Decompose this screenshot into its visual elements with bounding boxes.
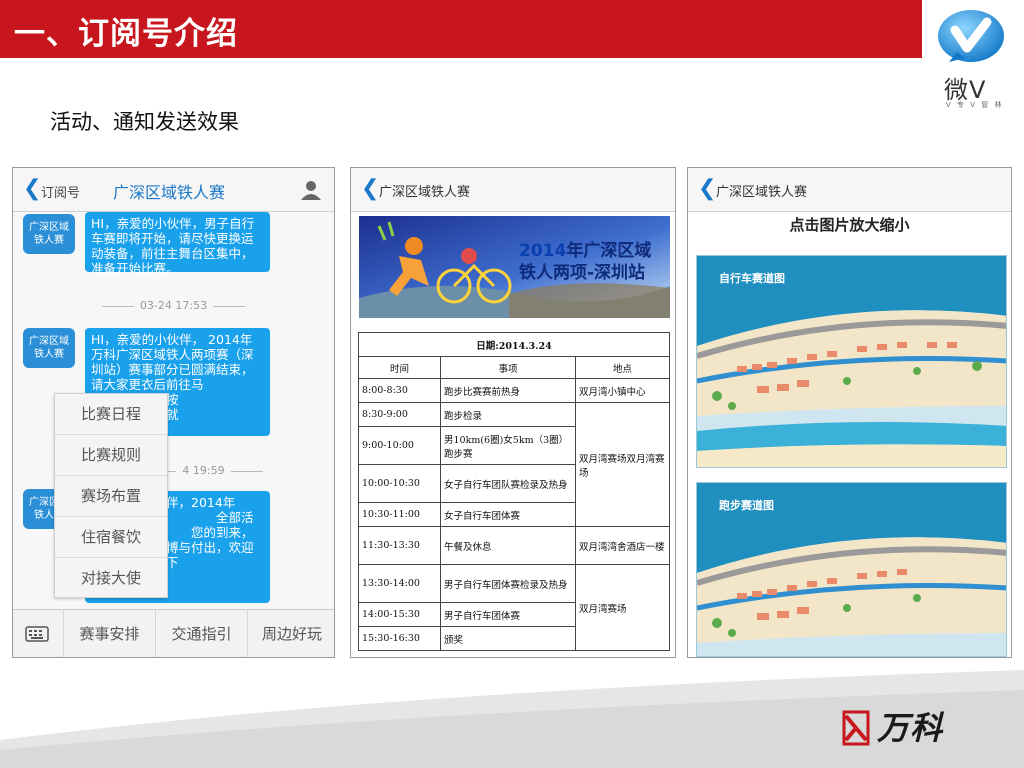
- cell-time: 15:30-16:30: [358, 626, 441, 651]
- slide-subtitle: 活动、通知发送效果: [50, 110, 239, 134]
- cell-item: 跑步检录: [440, 402, 576, 427]
- page-title: 广深区域铁人赛: [379, 185, 471, 200]
- tab-transport[interactable]: 交通指引: [155, 610, 247, 657]
- column-header: 时间: [358, 356, 441, 379]
- chat-tab-bar: 赛事安排 交通指引 周边好玩: [13, 609, 334, 657]
- cell-time: 14:00-15:30: [358, 602, 441, 627]
- profile-icon[interactable]: [300, 179, 322, 201]
- chat-screenshot-panel: ❮ 订阅号 广深区域铁人赛 广深区域 铁人赛 HI，亲爱的小伙伴，男子自行车赛即将…: [12, 167, 335, 658]
- table-date-row: 日期:2014.3.24: [358, 332, 670, 357]
- cell-item: 颁奖: [440, 626, 576, 651]
- table-date: 日期:2014.3.24: [358, 332, 670, 357]
- account-avatar[interactable]: 广深区域 铁人赛: [23, 328, 75, 368]
- menu-item-venue[interactable]: 赛场布置: [55, 476, 167, 517]
- tab-nearby[interactable]: 周边好玩: [247, 610, 334, 657]
- schedule-screenshot-panel: ❮ 广深区域铁人赛 2014年广深区域 铁人两项-深圳站 日期:2014.3.2…: [350, 167, 676, 658]
- cell-item: 午餐及休息: [440, 526, 576, 565]
- menu-item-schedule[interactable]: 比赛日程: [55, 394, 167, 435]
- cell-place: 双月湾湾舍酒店一楼: [575, 526, 670, 565]
- schedule-table: 日期:2014.3.24 时间 事项 地点 8:00-8:30 跑步比赛赛前热身…: [358, 332, 670, 651]
- back-chevron-icon[interactable]: ❮: [361, 178, 379, 200]
- map-label: 跑步赛道图: [719, 499, 774, 512]
- cell-time: 10:00-10:30: [358, 464, 441, 503]
- table-header-row: 时间 事项 地点: [358, 356, 670, 379]
- banner-subtitle: 铁人两项-深圳站: [519, 263, 646, 283]
- cell-item: 女子自行车团队赛检录及热身: [440, 464, 576, 503]
- table-row: 13:30-14:00 男子自行车团体赛检录及热身 双月湾赛场: [358, 564, 670, 651]
- menu-item-ambassador[interactable]: 对接大使: [55, 558, 167, 599]
- event-banner-image: 2014年广深区域 铁人两项-深圳站: [359, 216, 670, 318]
- table-row: 8:30-9:00 跑步检录 双月湾赛场双月湾赛场: [358, 402, 670, 527]
- map-screenshot-panel: ❮ 广深区域铁人赛 点击图片放大缩小 自行车赛道图 跑步赛道图: [687, 167, 1012, 658]
- slide-title: 一、订阅号介绍: [14, 16, 238, 52]
- tab-schedule[interactable]: 赛事安排: [63, 610, 155, 657]
- back-chevron-icon[interactable]: ❮: [698, 178, 716, 200]
- nav-back-label[interactable]: 订阅号: [41, 182, 80, 201]
- vanke-logo-icon: [842, 710, 870, 746]
- map-label: 自行车赛道图: [719, 272, 785, 285]
- bottom-wave-decoration: [0, 670, 1024, 768]
- table-row: 11:30-13:30 午餐及休息 双月湾湾舍酒店一楼: [358, 526, 670, 565]
- account-avatar[interactable]: 广深区域 铁人赛: [23, 214, 75, 254]
- cell-item: 男子自行车团体赛检录及热身: [440, 564, 576, 603]
- map-nav-bar: ❮ 广深区域铁人赛: [688, 168, 1011, 212]
- cell-place-merged: 双月湾赛场双月湾赛场: [575, 402, 670, 527]
- chat-title: 广深区域铁人赛: [113, 183, 226, 202]
- title-bar: 一、订阅号介绍: [0, 0, 922, 58]
- vanke-brand-text: 万科: [877, 709, 944, 747]
- cell-time: 11:30-13:30: [358, 526, 441, 565]
- cell-item: 男子自行车团体赛: [440, 602, 576, 627]
- cell-item: 跑步比赛赛前热身: [440, 378, 576, 403]
- cell-place: 双月湾小镇中心: [575, 378, 670, 403]
- weiv-brand-subtext: V 专 V 管 林: [946, 101, 1004, 109]
- cell-time: 8:30-9:00: [358, 402, 441, 427]
- cell-item: 男10km(6圈)女5km（3圈）跑步赛: [440, 426, 576, 465]
- back-chevron-icon[interactable]: ❮: [23, 178, 41, 200]
- cell-time: 9:00-10:00: [358, 426, 441, 465]
- page-title: 广深区域铁人赛: [716, 185, 808, 200]
- chat-nav-bar: ❮ 订阅号 广深区域铁人赛: [13, 168, 334, 212]
- column-header: 地点: [575, 356, 670, 379]
- submenu-popup: 比赛日程 比赛规则 赛场布置 住宿餐饮 对接大使: [54, 393, 168, 598]
- zoom-hint: 点击图片放大缩小: [789, 216, 910, 234]
- menu-item-rules[interactable]: 比赛规则: [55, 435, 167, 476]
- menu-item-lodging[interactable]: 住宿餐饮: [55, 517, 167, 558]
- cell-time: 10:30-11:00: [358, 502, 441, 527]
- message-timestamp: 03-24 17:53: [13, 299, 334, 312]
- keyboard-icon[interactable]: [25, 624, 49, 642]
- cell-item: 女子自行车团体赛: [440, 502, 576, 527]
- run-route-map[interactable]: 跑步赛道图: [696, 482, 1007, 657]
- column-header: 事项: [440, 356, 576, 379]
- bike-route-map[interactable]: 自行车赛道图: [696, 255, 1007, 468]
- message-bubble: HI，亲爱的小伙伴，男子自行车赛即将开始，请尽快更换运动装备，前往主舞台区集中，…: [85, 212, 270, 276]
- schedule-nav-bar: ❮ 广深区域铁人赛: [351, 168, 675, 212]
- table-row: 8:00-8:30 跑步比赛赛前热身 双月湾小镇中心: [358, 378, 670, 403]
- cell-time: 8:00-8:30: [358, 378, 441, 403]
- cell-place-merged: 双月湾赛场: [575, 564, 670, 651]
- cell-time: 13:30-14:00: [358, 564, 441, 603]
- weiv-logo-icon: [938, 10, 1004, 62]
